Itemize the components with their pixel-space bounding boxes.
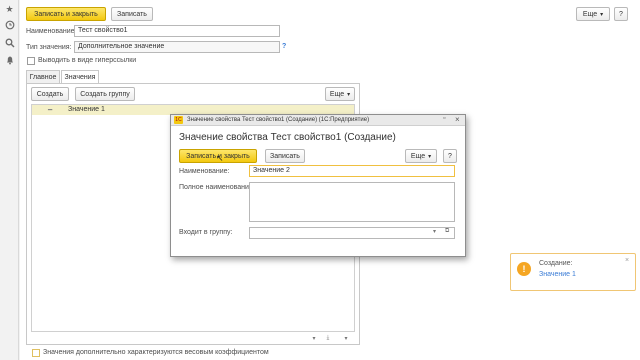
bell-icon[interactable]: [4, 54, 15, 65]
create-button[interactable]: Создать: [31, 87, 69, 101]
dialog-group-field[interactable]: [249, 227, 455, 239]
item-dash-icon: ━: [48, 107, 53, 114]
weight-label: Значения дополнительно характеризуются в…: [43, 349, 269, 356]
history-icon[interactable]: [4, 19, 15, 30]
chevron-down-icon: ▾: [347, 91, 351, 98]
open-link-icon[interactable]: ⧉: [445, 228, 449, 235]
scroll-menu-icon[interactable]: ▾: [341, 334, 351, 342]
create-value-dialog: 1С Значение свойства Тест свойство1 (Соз…: [170, 114, 466, 257]
type-field[interactable]: Дополнительное значение: [74, 41, 280, 53]
name-field[interactable]: Тест свойство1: [74, 25, 280, 37]
dialog-group-label: Входит в группу:: [179, 229, 233, 236]
tab-main[interactable]: Главное: [26, 70, 60, 84]
more-label: Еще: [582, 10, 598, 18]
restore-icon[interactable]: ▫: [443, 115, 445, 122]
search-icon[interactable]: [4, 37, 15, 48]
left-sidebar: ★: [0, 0, 19, 360]
close-icon[interactable]: ×: [455, 115, 460, 124]
notification-link[interactable]: Значение 1: [539, 271, 576, 278]
app-logo-icon: 1С: [174, 116, 183, 124]
notification-popup: ! Создание: Значение 1 ×: [510, 253, 636, 291]
dialog-more-button[interactable]: Еще ▾: [405, 149, 437, 163]
help-button[interactable]: ?: [614, 7, 628, 21]
dialog-name-field[interactable]: Значение 2: [249, 165, 455, 177]
type-help-icon[interactable]: ?: [282, 43, 286, 50]
create-group-button[interactable]: Создать группу: [75, 87, 135, 101]
save-button[interactable]: Записать: [111, 7, 153, 21]
close-icon[interactable]: ×: [625, 257, 629, 264]
star-icon[interactable]: ★: [4, 4, 15, 15]
tab-values[interactable]: Значения: [61, 70, 99, 84]
dialog-heading: Значение свойства Тест свойство1 (Создан…: [179, 132, 396, 143]
weight-checkbox[interactable]: [32, 349, 40, 357]
name-label: Наименование:: [26, 28, 77, 35]
dialog-full-name-label: Полное наименование:: [179, 184, 255, 191]
dialog-window-title: Значение свойства Тест свойство1 (Создан…: [187, 117, 370, 123]
warning-icon: !: [517, 262, 531, 276]
scroll-bottom-icon[interactable]: ⤓: [323, 334, 333, 342]
chevron-down-icon: ▾: [600, 11, 604, 18]
dialog-titlebar[interactable]: 1С Значение свойства Тест свойство1 (Соз…: [171, 115, 465, 126]
dialog-more-label: Еще: [410, 152, 426, 160]
hyperlink-checkbox[interactable]: [27, 57, 35, 65]
type-label: Тип значения:: [26, 44, 72, 51]
dialog-full-name-field[interactable]: [249, 182, 455, 222]
hyperlink-label: Выводить в виде гиперссылки: [38, 57, 137, 64]
notification-title: Создание:: [539, 260, 573, 267]
more-button[interactable]: Еще ▾: [576, 7, 610, 21]
dialog-help-button[interactable]: ?: [443, 149, 457, 163]
scroll-down-icon[interactable]: ▾: [309, 334, 319, 342]
save-close-button[interactable]: Записать и закрыть: [26, 7, 106, 21]
list-item-label: Значение 1: [68, 106, 105, 113]
dialog-name-label: Наименование:: [179, 168, 230, 175]
values-more-button[interactable]: Еще ▾: [325, 87, 355, 101]
mouse-cursor-icon: ↖: [216, 153, 224, 163]
dropdown-arrow-icon[interactable]: ▾: [433, 228, 436, 235]
chevron-down-icon: ▾: [428, 153, 432, 160]
dialog-save-button[interactable]: Записать: [265, 149, 305, 163]
values-more-label: Еще: [329, 90, 345, 98]
